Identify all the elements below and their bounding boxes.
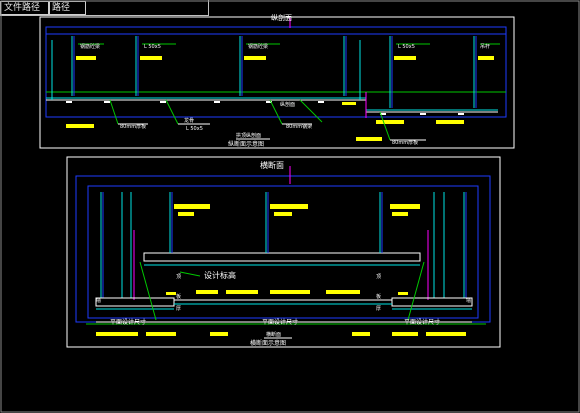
design-elevation-label: 设计标高: [204, 270, 236, 280]
svg-text:板: 板: [376, 293, 381, 300]
svg-text:厚: 厚: [376, 306, 381, 312]
bottom-view-title: 横断面: [260, 160, 284, 170]
svg-text:L 50x5: L 50x5: [186, 126, 203, 132]
top-drawing: 钢筋砼梁 L 50x5 钢筋砼梁 L 50x5 吊杆 80mm厚板 龙骨 L 5…: [39, 13, 515, 149]
svg-text:L 50x5: L 50x5: [144, 44, 161, 50]
cad-canvas[interactable]: 钢筋砼梁 L 50x5 钢筋砼梁 L 50x5 吊杆 80mm厚板 龙骨 L 5…: [0, 0, 580, 413]
svg-text:钢筋砼梁: 钢筋砼梁: [80, 43, 100, 50]
svg-text:80mm厚板: 80mm厚板: [120, 123, 146, 130]
top-caption-main: 纵断面示意图: [228, 140, 264, 148]
bottom-caption-small: 横断面: [266, 331, 281, 338]
svg-text:龙骨: 龙骨: [184, 117, 194, 124]
plan-dimension-right: 平面设计尺寸: [404, 318, 440, 326]
bottom-caption-main: 横断面示意图: [250, 339, 286, 347]
svg-text:顶: 顶: [376, 274, 381, 280]
top-label-center: 纵剖面: [271, 13, 292, 22]
svg-text:墙: 墙: [466, 297, 471, 304]
svg-text:吊杆: 吊杆: [480, 43, 490, 50]
cad-viewer: 文件路径 路径 钢筋砼梁 L 50x5 钢筋砼梁 L 50x5 吊杆 80mm厚…: [0, 0, 580, 413]
svg-text:厚: 厚: [176, 306, 181, 312]
top-drawing-frame: [39, 16, 515, 149]
plan-dimension-center: 平面设计尺寸: [262, 318, 298, 326]
ceiling-slab: [143, 252, 421, 262]
svg-text:80mm厚板: 80mm厚板: [392, 139, 418, 146]
top-outline: [45, 26, 507, 118]
svg-text:纵剖面: 纵剖面: [280, 101, 295, 108]
plan-dimension-left: 平面设计尺寸: [110, 318, 146, 326]
bottom-drawing: 顶 板 厚 顶 板 厚 墙 墙 横断面 设计标高 平面设计尺寸 平面设计尺寸 平…: [66, 156, 501, 348]
svg-text:80mm钢架: 80mm钢架: [286, 123, 312, 130]
top-caption-small: 拱顶纵剖面: [236, 132, 261, 139]
svg-text:顶: 顶: [176, 274, 181, 280]
svg-text:钢筋砼梁: 钢筋砼梁: [248, 43, 268, 50]
svg-text:L 50x5: L 50x5: [398, 44, 415, 50]
svg-text:板: 板: [176, 293, 181, 300]
svg-text:墙: 墙: [96, 297, 101, 304]
